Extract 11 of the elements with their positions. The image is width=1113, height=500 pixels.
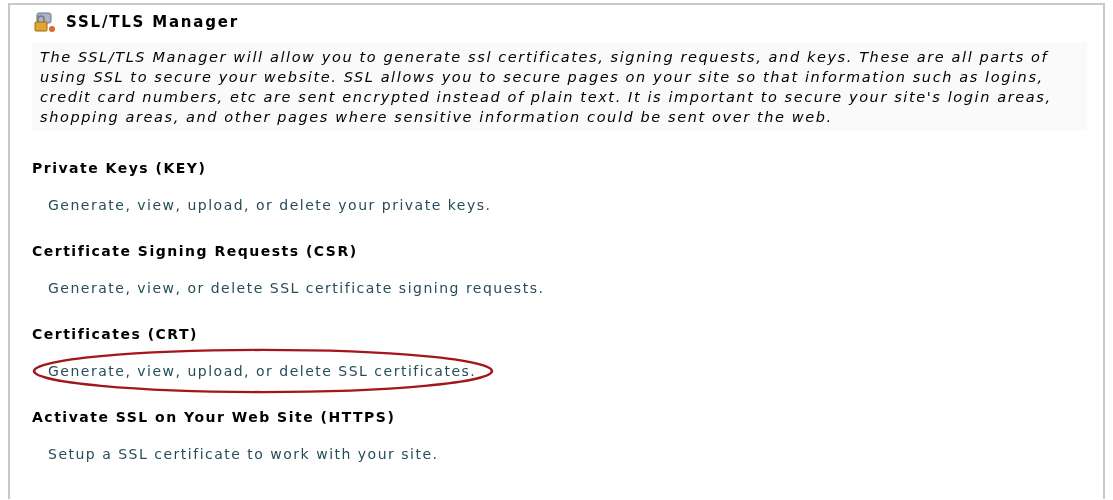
section-link[interactable]: Generate, view, upload, or delete your private keys. bbox=[48, 196, 492, 214]
section-link[interactable]: Generate, view, or delete SSL certificate signing requests. bbox=[48, 279, 545, 297]
section-link[interactable]: Setup a SSL certificate to work with your site. bbox=[48, 445, 439, 463]
description-text: The SSL/TLS Manager will allow you to generate ssl certificates, signing requests, and keys. These are all parts of using SSL to secure your website. SSL allows you to secure pages on your site so that information such as logins, credit card numbers, etc are sent encrypted instead of plain text. It is important to secure your site's login areas, shopping areas, and other pages where sensitive information could be sent over the web. bbox=[32, 43, 1087, 131]
section-heading: Certificates (CRT) bbox=[32, 325, 199, 343]
section-heading: Activate SSL on Your Web Site (HTTPS) bbox=[32, 408, 397, 426]
padlock-server-icon bbox=[32, 10, 56, 34]
section-link[interactable]: Generate, view, upload, or delete SSL certificates. bbox=[48, 362, 477, 380]
section-heading: Certificate Signing Requests (CSR) bbox=[32, 242, 359, 260]
page-title: SSL/TLS Manager bbox=[66, 13, 239, 31]
section-heading: Private Keys (KEY) bbox=[32, 159, 208, 177]
